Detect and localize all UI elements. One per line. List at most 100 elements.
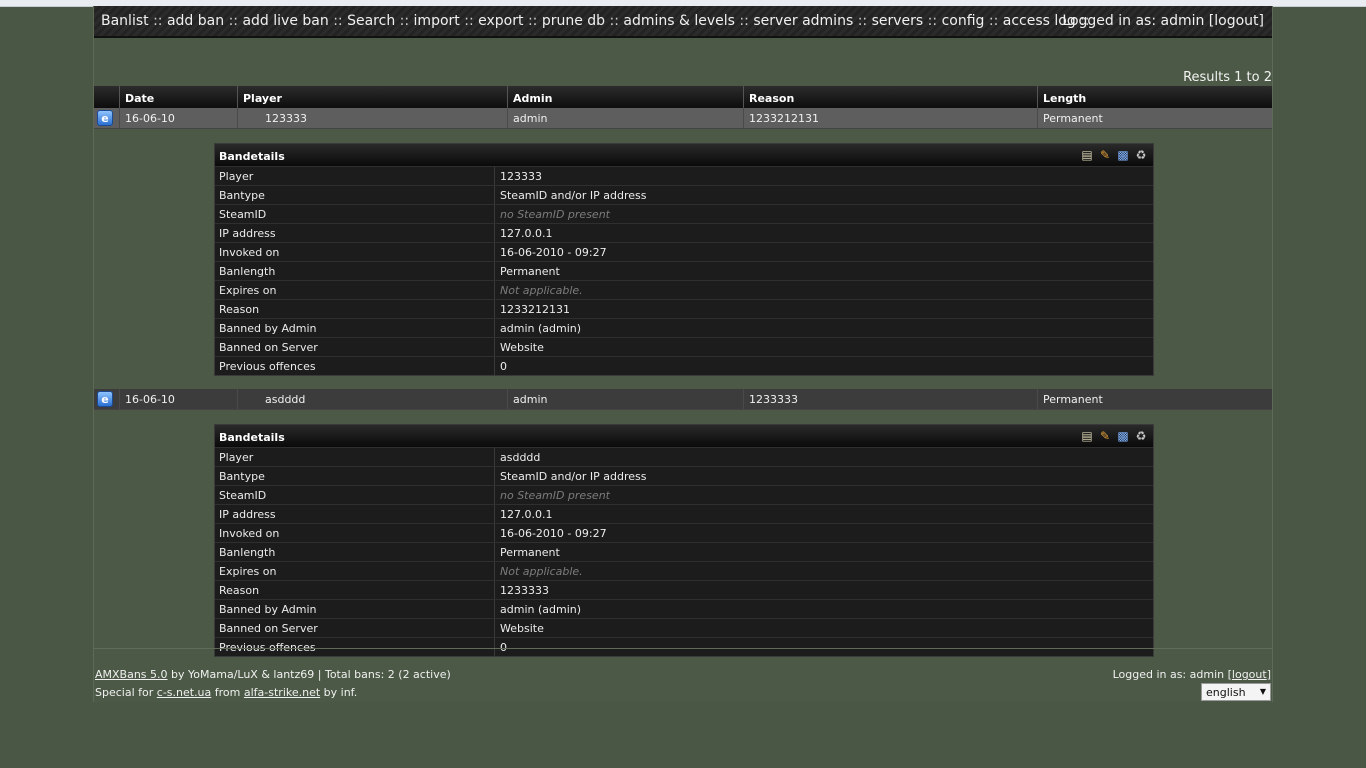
- amxbans-version-link[interactable]: AMXBans 5.0: [95, 668, 168, 681]
- detail-value: 16-06-2010 - 09:27: [500, 246, 607, 259]
- nav-servers[interactable]: servers: [872, 13, 924, 29]
- site-link-alfa-strike[interactable]: alfa-strike.net: [244, 686, 320, 699]
- detail-label: Bantype: [215, 467, 495, 485]
- detail-value: Not applicable.: [500, 565, 583, 578]
- detail-label: Invoked on: [215, 243, 495, 261]
- detail-row: Expires on Not applicable.: [215, 561, 1153, 580]
- nav-separator: ::: [228, 13, 239, 29]
- detail-label: Player: [215, 448, 495, 466]
- detail-row: Expires on Not applicable.: [215, 280, 1153, 299]
- language-selected-value: english: [1206, 686, 1246, 699]
- top-nav: Banlist :: add ban :: add live ban :: Se…: [94, 6, 1272, 38]
- detail-row: Reason 1233212131: [215, 299, 1153, 318]
- nav-export[interactable]: export: [478, 13, 523, 29]
- chevron-down-icon: ▼: [1259, 687, 1266, 696]
- detail-row: Banned on Server Website: [215, 337, 1153, 356]
- detail-value: Not applicable.: [500, 284, 583, 297]
- nav-separator: ::: [464, 13, 474, 29]
- detail-value: admin (admin): [500, 322, 582, 335]
- detail-value: 1233212131: [500, 303, 570, 316]
- nav-banlist[interactable]: Banlist: [101, 13, 149, 29]
- list-icon[interactable]: ▤: [1079, 428, 1095, 444]
- detail-label: Reason: [215, 581, 495, 599]
- footer-login-status: Logged in as: admin [logout]: [1113, 668, 1271, 681]
- nav-admins-levels[interactable]: admins & levels: [623, 13, 735, 29]
- detail-row: Reason 1233333: [215, 580, 1153, 599]
- detail-row: Invoked on 16-06-2010 - 09:27: [215, 523, 1153, 542]
- detail-label: Banlength: [215, 543, 495, 561]
- detail-row: IP address 127.0.0.1: [215, 504, 1153, 523]
- trash-icon[interactable]: ♻: [1133, 147, 1149, 163]
- detail-row: IP address 127.0.0.1: [215, 223, 1153, 242]
- nav-add-ban[interactable]: add ban: [167, 13, 224, 29]
- language-select[interactable]: english ▼: [1201, 683, 1271, 701]
- ban-details-actions: ▤ ✎ ▩ ♻: [1079, 428, 1149, 444]
- nav-add-live-ban[interactable]: add live ban: [242, 13, 328, 29]
- results-count: Results 1 to 2: [1183, 70, 1272, 85]
- detail-value: asdddd: [500, 451, 541, 464]
- detail-label: Bantype: [215, 186, 495, 204]
- header-player[interactable]: Player: [237, 86, 507, 108]
- header-reason[interactable]: Reason: [743, 86, 1037, 108]
- detail-value: Website: [500, 622, 544, 635]
- detail-row: SteamID no SteamID present: [215, 204, 1153, 223]
- detail-label: Expires on: [215, 281, 495, 299]
- list-icon[interactable]: ▤: [1079, 147, 1095, 163]
- ban-details-panel: Bandetails ▤ ✎ ▩ ♻ Player asdddd Bantype S…: [214, 424, 1154, 657]
- nav-config[interactable]: config: [942, 13, 985, 29]
- detail-row: Banlength Permanent: [215, 261, 1153, 280]
- nav-prune-db[interactable]: prune db: [542, 13, 605, 29]
- reban-icon[interactable]: ▩: [1115, 147, 1131, 163]
- detail-value: no SteamID present: [500, 208, 610, 221]
- nav-server-admins[interactable]: server admins: [753, 13, 853, 29]
- table-row[interactable]: e 16-06-10 asdddd admin 1233333 Permanen…: [94, 389, 1272, 410]
- row-player: asdddd: [237, 389, 507, 409]
- nav-login-status[interactable]: Logged in as: admin [logout]: [1062, 13, 1264, 29]
- detail-row: Banlength Permanent: [215, 542, 1153, 561]
- detail-value: Permanent: [500, 546, 560, 559]
- ban-details-actions: ▤ ✎ ▩ ♻: [1079, 147, 1149, 163]
- nav-separator: ::: [927, 13, 938, 29]
- reban-icon[interactable]: ▩: [1115, 428, 1131, 444]
- edit-pencil-icon[interactable]: ✎: [1097, 147, 1113, 163]
- header-date[interactable]: Date: [119, 86, 237, 108]
- detail-row: Invoked on 16-06-2010 - 09:27: [215, 242, 1153, 261]
- detail-row: Banned by Admin admin (admin): [215, 599, 1153, 618]
- detail-value: 127.0.0.1: [500, 508, 553, 521]
- trash-icon[interactable]: ♻: [1133, 428, 1149, 444]
- table-header: Date Player Admin Reason Length: [94, 86, 1272, 108]
- site-link-cs[interactable]: c-s.net.ua: [157, 686, 212, 699]
- row-admin: admin: [507, 389, 743, 409]
- nav-separator: ::: [333, 13, 343, 29]
- nav-separator: ::: [153, 13, 163, 29]
- nav-separator: ::: [857, 13, 868, 29]
- header-length[interactable]: Length: [1037, 86, 1272, 108]
- detail-row: Banned on Server Website: [215, 618, 1153, 637]
- edit-pencil-icon[interactable]: ✎: [1097, 428, 1113, 444]
- detail-value: no SteamID present: [500, 489, 610, 502]
- ie-browser-icon: e: [97, 391, 113, 407]
- detail-label: Invoked on: [215, 524, 495, 542]
- logout-link[interactable]: logout: [1232, 668, 1267, 681]
- table-row[interactable]: e 16-06-10 123333 admin 1233212131 Perma…: [94, 108, 1272, 129]
- row-player: 123333: [237, 108, 507, 128]
- row-length: Permanent: [1037, 389, 1272, 409]
- nav-separator: ::: [609, 13, 619, 29]
- detail-label: Banned by Admin: [215, 600, 495, 618]
- footer-special-prefix: Special for: [95, 686, 157, 699]
- page-footer: AMXBans 5.0 by YoMama/LuX & lantz69 | To…: [94, 648, 1272, 703]
- detail-value: 127.0.0.1: [500, 227, 553, 240]
- detail-label: Player: [215, 167, 495, 185]
- nav-separator: ::: [988, 13, 999, 29]
- detail-row: Previous offences 0: [215, 356, 1153, 375]
- detail-label: IP address: [215, 505, 495, 523]
- footer-from-text: from: [211, 686, 244, 699]
- header-icon-col: [94, 86, 119, 108]
- detail-label: Reason: [215, 300, 495, 318]
- row-reason: 1233333: [743, 389, 1037, 409]
- nav-search[interactable]: Search: [347, 13, 395, 29]
- header-admin[interactable]: Admin: [507, 86, 743, 108]
- detail-label: Banned on Server: [215, 338, 495, 356]
- nav-links: Banlist :: add ban :: add live ban :: Se…: [101, 13, 1090, 29]
- nav-import[interactable]: import: [414, 13, 460, 29]
